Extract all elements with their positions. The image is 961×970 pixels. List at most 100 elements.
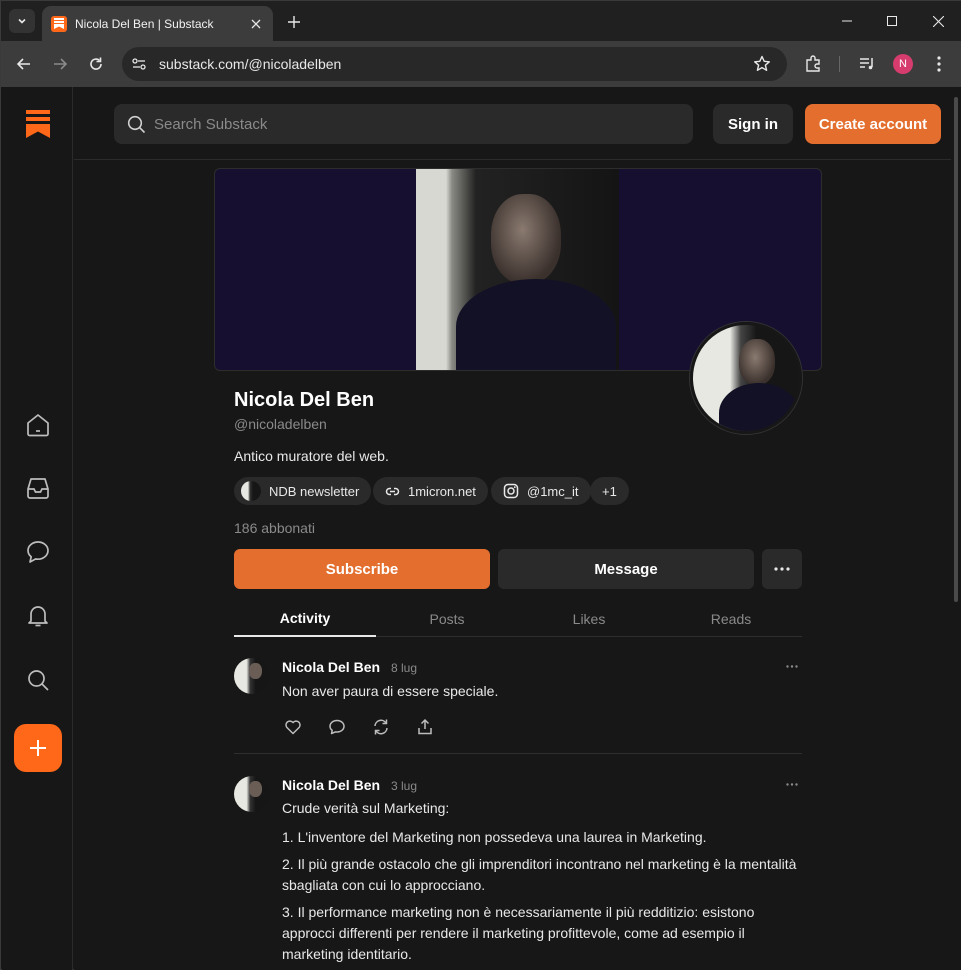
arrow-left-icon xyxy=(16,58,30,70)
new-tab-button[interactable] xyxy=(282,10,306,34)
share-button[interactable] xyxy=(414,716,436,738)
tab-close-icon[interactable] xyxy=(245,13,267,35)
maximize-icon xyxy=(887,16,897,26)
subscribe-button[interactable]: Subscribe xyxy=(234,549,490,589)
post-divider xyxy=(234,753,802,754)
scrollbar[interactable] xyxy=(951,87,961,970)
profile-avatar-large xyxy=(690,322,802,434)
extensions-button[interactable] xyxy=(801,52,825,76)
restack-icon xyxy=(374,719,388,735)
post-author[interactable]: Nicola Del Ben xyxy=(282,659,380,675)
cover-photo xyxy=(416,169,619,370)
sidebar-item-chat[interactable] xyxy=(24,538,52,566)
create-post-button[interactable] xyxy=(14,724,62,772)
post-text: 1. L'inventore del Marketing non possede… xyxy=(282,829,707,845)
sidebar-item-notifications[interactable] xyxy=(24,602,52,630)
link-chip-website[interactable]: 1micron.net xyxy=(373,477,488,505)
maximize-button[interactable] xyxy=(869,1,915,41)
tab-posts[interactable]: Posts xyxy=(376,600,518,637)
heart-icon xyxy=(285,720,301,735)
link-icon xyxy=(385,484,400,499)
site-settings-icon[interactable] xyxy=(131,56,147,77)
search-icon xyxy=(127,115,146,139)
more-horizontal-icon xyxy=(786,664,798,668)
back-button[interactable] xyxy=(12,52,36,76)
tab-reads[interactable]: Reads xyxy=(660,600,802,637)
tab-activity[interactable]: Activity xyxy=(234,600,376,637)
post-menu-button[interactable] xyxy=(782,776,802,792)
restack-button[interactable] xyxy=(370,716,392,738)
link-chip-label: NDB newsletter xyxy=(269,483,360,499)
top-bar: Sign in Create account xyxy=(74,87,951,160)
reload-button[interactable] xyxy=(84,52,108,76)
link-chip-label: 1micron.net xyxy=(408,483,476,499)
address-bar[interactable]: substack.com/@nicoladelben xyxy=(122,47,787,81)
post-text: Non aver paura di essere speciale. xyxy=(282,683,499,699)
post-author-avatar[interactable] xyxy=(234,776,270,812)
browser-tab[interactable]: Nicola Del Ben | Substack xyxy=(42,6,273,41)
avatar-shoulders xyxy=(719,383,799,431)
post-text: Crude verità sul Marketing: xyxy=(282,800,450,816)
search-box[interactable] xyxy=(114,104,693,144)
substack-favicon-icon xyxy=(51,15,67,32)
post-date: 8 lug xyxy=(391,661,418,675)
inbox-icon xyxy=(27,478,49,499)
activity-post[interactable]: Nicola Del Ben 8 lug Non aver paura di e… xyxy=(234,658,802,748)
tab-strip: Nicola Del Ben | Substack xyxy=(1,1,961,41)
sign-in-button[interactable]: Sign in xyxy=(713,104,793,144)
post-author[interactable]: Nicola Del Ben xyxy=(282,777,380,793)
profile-handle: @nicoladelben xyxy=(234,416,327,432)
comment-icon xyxy=(329,719,345,735)
link-chip-instagram[interactable]: @1mc_it xyxy=(491,477,591,505)
post-actions xyxy=(282,716,436,738)
plus-icon xyxy=(288,16,300,28)
tab-likes[interactable]: Likes xyxy=(518,600,660,637)
post-date: 3 lug xyxy=(391,779,418,793)
left-sidebar xyxy=(2,87,73,970)
post-menu-button[interactable] xyxy=(782,658,802,674)
browser-window: Nicola Del Ben | Substack substack.com/@… xyxy=(0,0,961,970)
main-content: Sign in Create account Nicola Del Ben @n… xyxy=(74,87,951,970)
comment-button[interactable] xyxy=(326,716,348,738)
avatar-face xyxy=(249,781,262,797)
avatar-face xyxy=(249,663,262,679)
minimize-icon xyxy=(842,20,852,22)
forward-button[interactable] xyxy=(48,52,72,76)
close-window-button[interactable] xyxy=(915,1,961,41)
profile-tabs: Activity Posts Likes Reads xyxy=(234,600,802,637)
link-chip-more[interactable]: +1 xyxy=(590,477,629,505)
minimize-button[interactable] xyxy=(824,1,870,41)
puzzle-icon xyxy=(806,55,820,72)
message-button[interactable]: Message xyxy=(498,549,754,589)
browser-menu-button[interactable] xyxy=(927,52,951,76)
media-controls-button[interactable] xyxy=(855,52,879,76)
close-icon xyxy=(932,15,944,27)
cover-photo-shoulders xyxy=(456,279,616,370)
post-text: 3. Il performance marketing non è necess… xyxy=(282,904,755,962)
post-text: 2. Il più grande ostacolo che gli impren… xyxy=(282,856,797,893)
post-author-avatar[interactable] xyxy=(234,658,270,694)
link-chip-newsletter[interactable]: NDB newsletter xyxy=(234,477,372,505)
browser-toolbar: substack.com/@nicoladelben N xyxy=(1,41,961,87)
like-button[interactable] xyxy=(282,716,304,738)
profile-avatar[interactable]: N xyxy=(893,54,913,74)
search-icon xyxy=(28,670,49,691)
url-text: substack.com/@nicoladelben xyxy=(159,56,342,72)
substack-logo-icon[interactable] xyxy=(26,110,50,143)
scrollbar-thumb[interactable] xyxy=(954,97,958,602)
kebab-menu-icon xyxy=(937,56,941,72)
create-account-button[interactable]: Create account xyxy=(805,104,941,144)
tab-title: Nicola Del Ben | Substack xyxy=(75,16,214,31)
more-horizontal-icon xyxy=(774,567,790,571)
tab-search-button[interactable] xyxy=(9,9,35,33)
reload-icon xyxy=(90,57,102,70)
more-options-button[interactable] xyxy=(762,549,802,589)
more-horizontal-icon xyxy=(786,782,798,786)
bookmark-star-icon[interactable] xyxy=(753,55,771,78)
search-input[interactable] xyxy=(154,104,674,144)
sidebar-item-home[interactable] xyxy=(24,411,52,439)
activity-post[interactable]: Nicola Del Ben 3 lug Crude verità sul Ma… xyxy=(234,776,802,970)
sidebar-item-search[interactable] xyxy=(24,666,52,694)
toolbar-divider xyxy=(839,56,840,72)
sidebar-item-inbox[interactable] xyxy=(24,474,52,502)
